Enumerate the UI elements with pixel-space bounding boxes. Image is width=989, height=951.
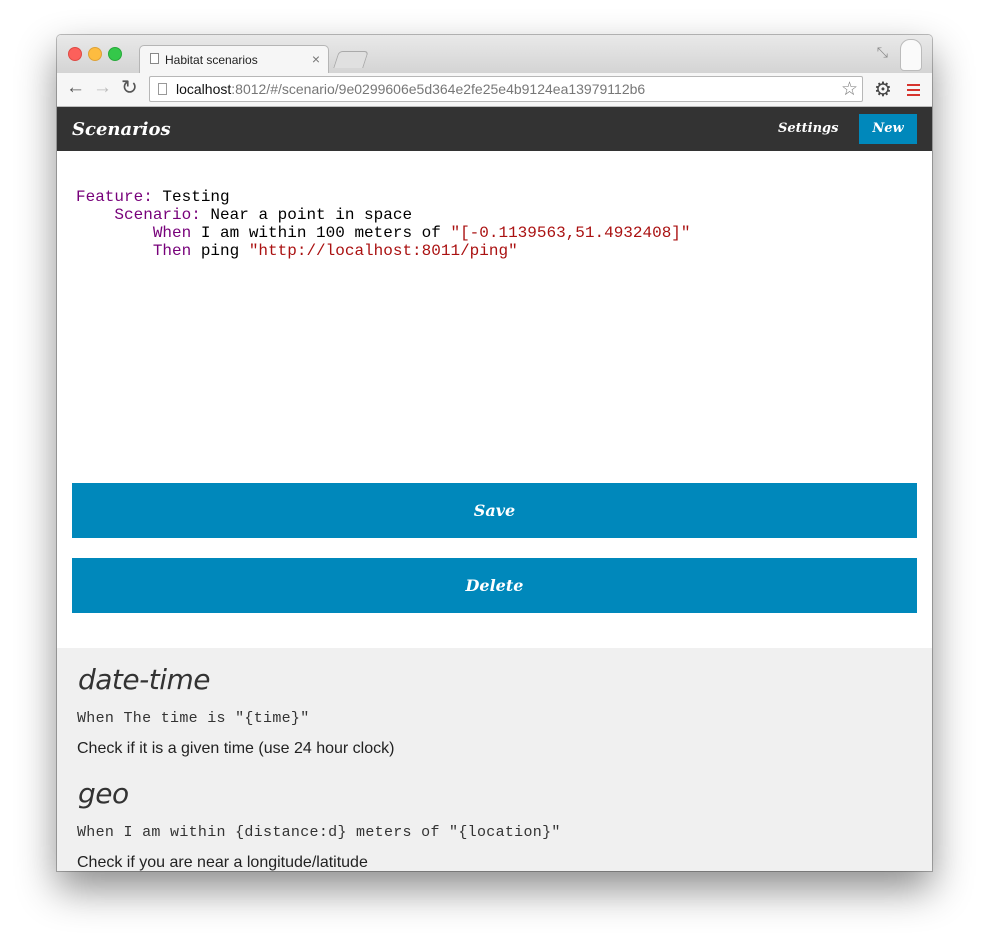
- then-text: ping: [191, 242, 249, 260]
- step-name: geo: [78, 777, 129, 810]
- location-string: "[-0.1139563,51.4932408]": [450, 224, 691, 242]
- new-button[interactable]: New: [859, 114, 917, 144]
- minimize-window-button[interactable]: [88, 47, 102, 61]
- settings-link[interactable]: Settings: [778, 121, 838, 136]
- scenario-text: Near a point in space: [200, 206, 413, 224]
- keyword-scenario: Scenario:: [114, 206, 201, 224]
- forward-icon[interactable]: →: [93, 78, 112, 98]
- editor-line-3: When I am within 100 meters of "[-0.1139…: [76, 224, 896, 242]
- tab-title: Habitat scenarios: [165, 53, 258, 67]
- url-path: :8012/#/scenario/9e0299606e5d364e2fe25e4…: [231, 81, 646, 97]
- reload-icon[interactable]: ↻: [121, 78, 138, 98]
- editor-line-4: Then ping "http://localhost:8011/ping": [76, 242, 896, 260]
- browser-toolbar: ← → ↻ localhost:8012/#/scenario/9e029960…: [57, 73, 932, 107]
- keyword-when: When: [152, 224, 192, 242]
- page-icon: [150, 53, 159, 64]
- step-pattern: When I am within {distance:d} meters of …: [77, 824, 561, 841]
- fullscreen-icon[interactable]: ⤡: [877, 44, 888, 61]
- keyword-feature: Feature:: [76, 188, 153, 206]
- step-pattern: When The time is "{time}": [77, 710, 310, 727]
- gear-icon[interactable]: ⚙: [874, 77, 892, 102]
- step-description: Check if you are near a longitude/latitu…: [77, 854, 368, 871]
- step-description: Check if it is a given time (use 24 hour…: [77, 740, 395, 757]
- when-text: I am within 100 meters of: [191, 224, 451, 242]
- app-navbar: Scenarios Settings New: [57, 107, 932, 151]
- address-bar[interactable]: localhost:8012/#/scenario/9e0299606e5d36…: [149, 76, 863, 102]
- url-host: localhost: [176, 81, 232, 97]
- zoom-window-button[interactable]: [108, 47, 122, 61]
- new-tab-button[interactable]: [333, 51, 369, 68]
- tab-close-icon[interactable]: ×: [312, 51, 320, 67]
- editor-line-2: Scenario: Near a point in space: [76, 206, 896, 224]
- keyword-then: Then: [152, 242, 192, 260]
- step-docs-panel: date-time When The time is "{time}" Chec…: [57, 648, 932, 871]
- browser-tab[interactable]: Habitat scenarios ×: [139, 45, 329, 73]
- delete-button[interactable]: Delete: [72, 558, 917, 613]
- scenario-editor[interactable]: Feature: Testing Scenario: Near a point …: [76, 188, 896, 260]
- hamburger-menu-icon[interactable]: [907, 84, 920, 99]
- url-text[interactable]: localhost:8012/#/scenario/9e0299606e5d36…: [176, 81, 645, 97]
- editor-line-1: Feature: Testing: [76, 188, 896, 206]
- step-name: date-time: [78, 663, 211, 696]
- browser-window: Habitat scenarios × ⤡ ← → ↻ localhost:80…: [57, 35, 932, 871]
- brand-title[interactable]: Scenarios: [72, 119, 171, 140]
- profile-icon[interactable]: [900, 39, 922, 71]
- feature-text: Testing: [152, 188, 230, 206]
- url-string: "http://localhost:8011/ping": [248, 242, 518, 260]
- save-button[interactable]: Save: [72, 483, 917, 538]
- bookmark-star-icon[interactable]: ☆: [841, 78, 858, 101]
- tab-strip: Habitat scenarios × ⤡: [57, 35, 932, 73]
- page-icon: [158, 83, 167, 95]
- back-icon[interactable]: ←: [66, 78, 85, 98]
- close-window-button[interactable]: [68, 47, 82, 61]
